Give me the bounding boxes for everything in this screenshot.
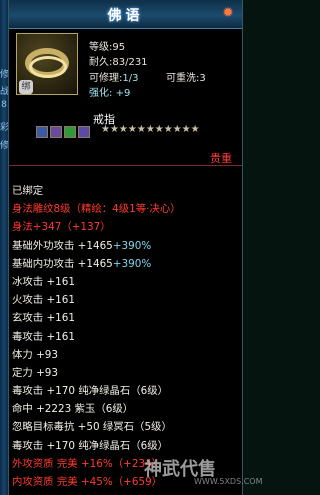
- gem-line: 忽略目标毒抗 +50 绿冥石（5级）: [12, 421, 172, 434]
- gem-slot-icon: [64, 126, 76, 138]
- item-level: 等级:95: [89, 42, 126, 53]
- attribute-extra: +390%: [112, 239, 152, 252]
- gem-line: 命中 +2223 紫玉（6级）: [12, 403, 134, 416]
- attribute-line: 基础外功攻击 +1465+390%: [12, 237, 241, 255]
- left-edge-strip: 修 战 8 彩 修: [0, 0, 10, 495]
- edge-char: 修: [0, 70, 10, 80]
- gem-line: 毒攻击 +170 纯净绿晶石（6级）: [12, 439, 169, 452]
- attribute-list: 已绑定 身法雕纹8级（精绘：4级1等·决心） 身法+347（+137） 基础外功…: [12, 182, 241, 491]
- edge-char: 修: [0, 141, 10, 151]
- attribute-line: 身法+347（+137）: [12, 221, 111, 234]
- enhance-value: +9: [115, 88, 131, 99]
- enhance-label: 强化:: [89, 88, 113, 99]
- star-rating: ★★★★★★★★★★★: [101, 124, 200, 135]
- attribute-line: 基础内功攻击 +1465+390%: [12, 255, 241, 273]
- ring-item-icon: 绑: [16, 33, 78, 95]
- watermark-url: WWW.5XDS.COM: [194, 477, 263, 486]
- edge-char: 彩: [0, 123, 10, 133]
- socket-gems: [36, 126, 92, 139]
- attribute-extra: +390%: [112, 257, 152, 270]
- fire-badge-icon[interactable]: ✹: [220, 5, 236, 21]
- bound-status: 已绑定: [12, 185, 44, 197]
- repairable-value: 1/3: [122, 73, 139, 84]
- gem-slot-icon: [50, 126, 62, 138]
- valuable-tag: 贵重: [210, 152, 232, 165]
- edge-char: 8: [1, 100, 7, 110]
- repairable-row: 可修理:1/3: [89, 69, 138, 84]
- enhance-row: 强化: +9: [89, 84, 130, 99]
- item-title: 佛语: [107, 8, 144, 24]
- attribute-line: 体力 +93: [12, 348, 59, 361]
- title-bar: 佛语 ✹: [9, 0, 242, 29]
- bind-badge-icon: 绑: [19, 80, 33, 94]
- gem-slot-icon: [36, 126, 48, 138]
- attribute-line: 毒攻击 +161: [12, 330, 76, 343]
- attribute-line: 冰攻击 +161: [12, 275, 76, 288]
- edge-char: 战: [0, 87, 10, 97]
- attribute-text: 基础外功攻击 +1465: [12, 239, 113, 252]
- attribute-line: 定力 +93: [12, 366, 59, 379]
- ring-band-graphic: [29, 56, 67, 78]
- repairable-label: 可修理:: [89, 73, 123, 84]
- item-durability: 耐久:83/231: [89, 57, 148, 68]
- reforge-count: 可重洗:3: [166, 73, 206, 84]
- attribute-text: 基础内功攻击 +1465: [12, 257, 113, 270]
- attribute-line: 身法雕纹8级（精绘：4级1等·决心）: [12, 203, 181, 216]
- item-tooltip-panel: 佛语 ✹ 绑 等级:95 耐久:83/231 可修理:1/3 可重洗:3 强化:…: [8, 0, 263, 495]
- gem-slot-icon: [78, 126, 90, 138]
- attribute-line: 玄攻击 +161: [12, 312, 76, 325]
- attribute-line: 火攻击 +161: [12, 294, 76, 307]
- gem-line: 毒攻击 +170 纯净绿晶石（6级）: [12, 385, 169, 398]
- divider: [9, 165, 242, 166]
